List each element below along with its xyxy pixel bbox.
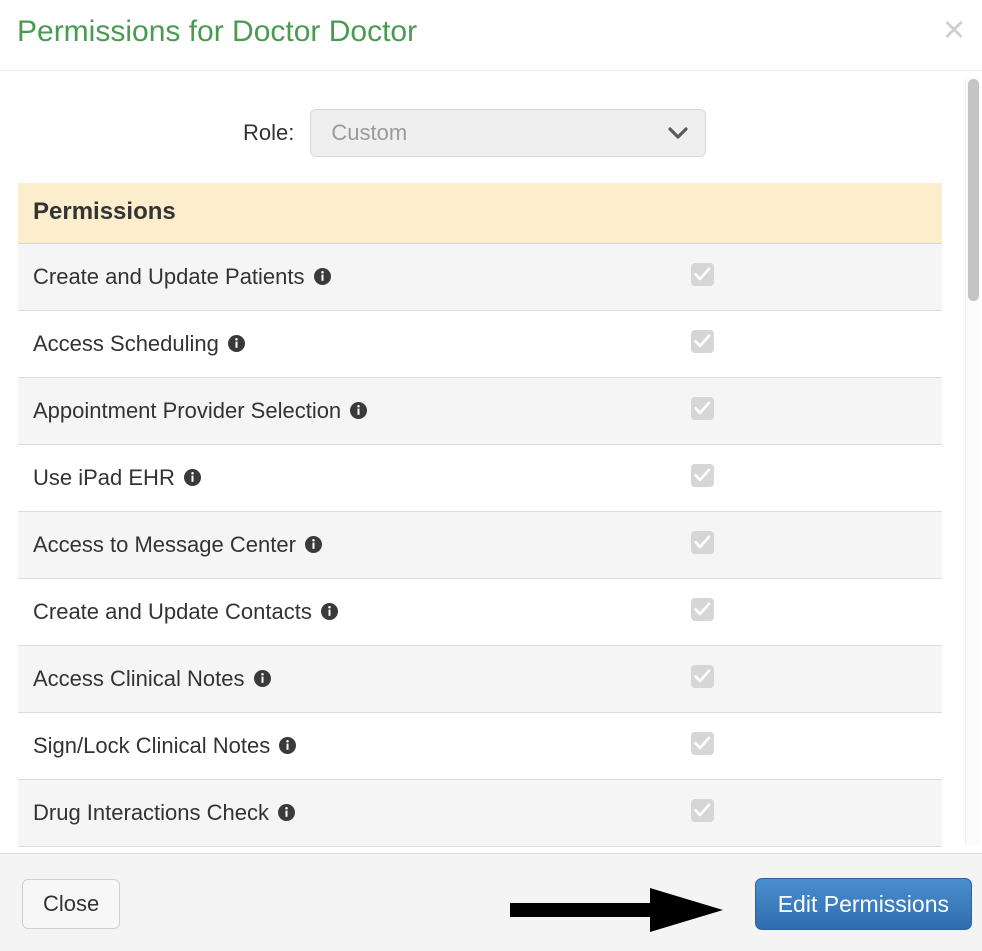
permissions-table: Permissions Create and Update Patients Ac…	[18, 183, 942, 847]
permission-label: Create and Update Contacts	[33, 599, 312, 624]
table-row: Appointment Provider Selection	[18, 377, 942, 445]
permission-label-cell: Create and Update Contacts	[18, 578, 480, 646]
modal-body: Role: Custom Permissions Create and Upda…	[0, 71, 982, 853]
permission-checkbox-cell	[480, 712, 942, 780]
chevron-down-icon	[667, 122, 689, 144]
role-label: Role:	[243, 120, 295, 145]
permission-checkbox-cell	[480, 779, 942, 847]
permission-label: Access Scheduling	[33, 331, 219, 356]
permission-label: Access to Message Center	[33, 532, 296, 557]
info-icon[interactable]	[320, 602, 338, 620]
table-row: Create and Update Contacts	[18, 578, 942, 646]
permission-label-cell: Access Clinical Notes	[18, 645, 480, 713]
permission-checkbox-cell	[480, 377, 942, 445]
permission-label-cell: Access to Message Center	[18, 511, 480, 579]
permission-checkbox-cell	[480, 444, 942, 512]
permission-checkbox[interactable]	[690, 397, 714, 420]
info-icon[interactable]	[313, 267, 331, 285]
permissions-table-body: Create and Update Patients Access Schedul…	[18, 243, 942, 847]
modal-footer: Close Edit Permissions	[0, 853, 982, 951]
modal-body-scrollbar[interactable]	[965, 79, 980, 845]
permission-checkbox[interactable]	[690, 665, 714, 688]
info-icon[interactable]	[227, 334, 245, 352]
info-icon[interactable]	[304, 535, 322, 553]
permission-checkbox[interactable]	[690, 263, 714, 286]
close-button[interactable]: Close	[22, 879, 121, 929]
table-row: Access Clinical Notes	[18, 645, 942, 713]
permission-label: Drug Interactions Check	[33, 800, 269, 825]
permission-label-cell: Sign/Lock Clinical Notes	[18, 712, 480, 780]
modal-header: Permissions for Doctor Doctor ✕	[0, 0, 982, 71]
permission-checkbox-cell	[480, 310, 942, 378]
info-icon[interactable]	[279, 736, 297, 754]
permission-label: Access Clinical Notes	[33, 666, 245, 691]
permission-checkbox[interactable]	[690, 732, 714, 755]
permission-label-cell: Use iPad EHR	[18, 444, 480, 512]
permission-label-cell: Appointment Provider Selection	[18, 377, 480, 445]
permissions-table-head: Permissions	[18, 183, 942, 244]
role-select[interactable]: Custom	[310, 109, 707, 157]
permissions-modal: Permissions for Doctor Doctor ✕ Role: Cu…	[0, 0, 982, 951]
permission-label-cell: Access Scheduling	[18, 310, 480, 378]
info-icon[interactable]	[350, 401, 368, 419]
permission-checkbox[interactable]	[690, 330, 714, 353]
table-row: Access to Message Center	[18, 511, 942, 579]
edit-permissions-button[interactable]: Edit Permissions	[754, 878, 972, 930]
permission-checkbox[interactable]	[690, 598, 714, 621]
permission-label: Appointment Provider Selection	[33, 398, 342, 423]
modal-body-scrollbar-thumb[interactable]	[968, 79, 979, 301]
permission-checkbox[interactable]	[690, 464, 714, 487]
role-select-value: Custom	[331, 120, 408, 145]
table-row: Create and Update Patients	[18, 243, 942, 311]
permission-checkbox-cell	[480, 511, 942, 579]
permission-label: Sign/Lock Clinical Notes	[33, 733, 271, 758]
permissions-header-row: Permissions	[18, 183, 942, 244]
page-title: Permissions for Doctor Doctor	[17, 15, 418, 48]
permission-checkbox[interactable]	[690, 531, 714, 554]
permission-label: Create and Update Patients	[33, 264, 305, 289]
permission-checkbox-cell	[480, 578, 942, 646]
permissions-header-label: Permissions	[18, 183, 942, 244]
permission-checkbox-cell	[480, 243, 942, 311]
info-icon[interactable]	[253, 669, 271, 687]
info-icon[interactable]	[278, 803, 295, 821]
permission-label-cell: Drug Interactions Check	[18, 779, 480, 847]
close-icon[interactable]: ✕	[938, 14, 970, 46]
table-row: Drug Interactions Check	[18, 779, 942, 847]
table-row: Sign/Lock Clinical Notes	[18, 712, 942, 780]
permission-label-cell: Create and Update Patients	[18, 243, 480, 311]
permission-checkbox[interactable]	[690, 799, 714, 822]
permission-checkbox-cell	[480, 645, 942, 713]
table-row: Use iPad EHR	[18, 444, 942, 512]
modal-body-content: Role: Custom Permissions Create and Upda…	[0, 71, 960, 853]
role-row: Role: Custom	[0, 71, 960, 157]
info-icon[interactable]	[183, 468, 201, 486]
table-row: Access Scheduling	[18, 310, 942, 378]
permission-label: Use iPad EHR	[33, 465, 175, 490]
